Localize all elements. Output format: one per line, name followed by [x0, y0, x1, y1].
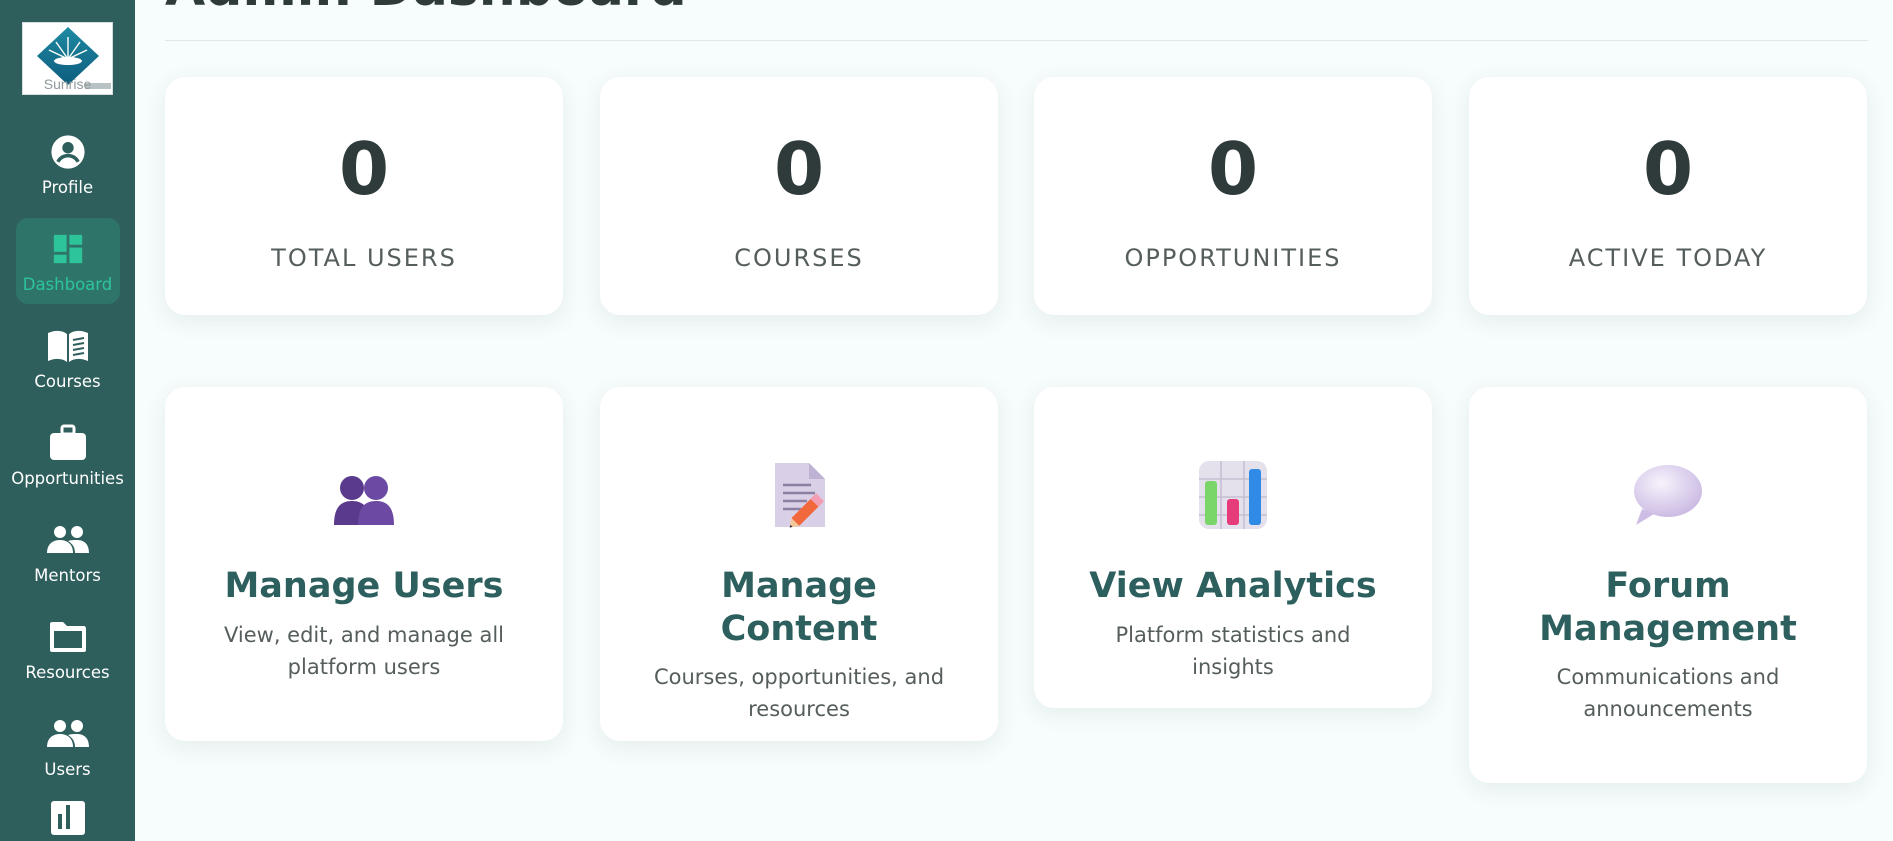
sidebar-item-profile[interactable]: Profile	[16, 121, 120, 207]
users-silhouette-icon	[328, 459, 400, 531]
page-title: Admin Dashboard	[165, 0, 687, 18]
card-description: Platform statistics and insights	[1115, 622, 1351, 679]
manage-users-card[interactable]: Manage Users View, edit, and manage all …	[165, 387, 563, 741]
card-title: Forum Management	[1539, 566, 1797, 649]
title-divider	[165, 40, 1868, 41]
dashboard-icon	[51, 229, 85, 269]
logo-text: Sunrise	[43, 76, 92, 92]
sidebar-item-label: Profile	[41, 177, 94, 197]
stat-label: COURSES	[734, 244, 864, 272]
bar-chart-icon	[1197, 459, 1269, 531]
stat-label: OPPORTUNITIES	[1124, 244, 1342, 272]
sidebar: Sunrise Profile Dashboard Courses Opport…	[0, 0, 135, 841]
user-circle-icon	[49, 132, 87, 172]
sidebar-item-opportunities[interactable]: Opportunities	[11, 412, 124, 498]
sidebar-item-resources[interactable]: Resources	[16, 606, 120, 692]
stat-card-opportunities: 0 OPPORTUNITIES	[1034, 77, 1432, 315]
folder-icon	[48, 617, 88, 657]
card-description: View, edit, and manage all platform user…	[223, 622, 504, 679]
sidebar-item-label: Courses	[34, 371, 101, 391]
stat-label: TOTAL USERS	[271, 244, 457, 272]
card-description: Communications and announcements	[1556, 665, 1780, 722]
stat-label: ACTIVE TODAY	[1568, 244, 1768, 272]
document-pencil-icon	[763, 459, 835, 531]
stat-value: 0	[1207, 127, 1259, 211]
card-title: Manage Content	[720, 566, 878, 649]
card-description: Courses, opportunities, and resources	[653, 665, 945, 722]
sidebar-item-users[interactable]: Users	[16, 703, 120, 789]
sidebar-item-label: Resources	[25, 662, 110, 682]
briefcase-icon	[48, 423, 88, 463]
analytics-icon	[50, 800, 86, 836]
admin-dashboard-app: Sunrise Profile Dashboard Courses Opport…	[0, 0, 1893, 841]
sidebar-item-mentors[interactable]: Mentors	[16, 509, 120, 595]
stat-value: 0	[338, 127, 390, 211]
group-icon	[46, 714, 90, 754]
stat-card-total-users: 0 TOTAL USERS	[165, 77, 563, 315]
book-icon	[46, 326, 90, 366]
card-title: Manage Users	[224, 566, 504, 606]
sidebar-item-dashboard[interactable]: Dashboard	[15, 218, 120, 304]
sidebar-item-label: Users	[44, 759, 91, 779]
sidebar-item-label: Mentors	[34, 565, 101, 585]
group-icon	[46, 520, 90, 560]
sunrise-logo[interactable]: Sunrise	[22, 22, 113, 95]
sidebar-item-label: Opportunities	[11, 468, 124, 488]
speech-bubble-icon	[1632, 459, 1704, 531]
sidebar-item-courses[interactable]: Courses	[16, 315, 120, 401]
sidebar-nav: Profile Dashboard Courses Opportunities	[0, 121, 135, 841]
forum-management-card[interactable]: Forum Management Communications and anno…	[1469, 387, 1867, 783]
stat-card-active-today: 0 ACTIVE TODAY	[1469, 77, 1867, 315]
stat-value: 0	[1642, 127, 1694, 211]
manage-content-card[interactable]: Manage Content Courses, opportunities, a…	[600, 387, 998, 741]
view-analytics-card[interactable]: View Analytics Platform statistics and i…	[1034, 387, 1432, 708]
card-title: View Analytics	[1089, 566, 1377, 606]
stat-card-courses: 0 COURSES	[600, 77, 998, 315]
sidebar-item-analytics[interactable]	[16, 800, 120, 835]
sidebar-item-label: Dashboard	[22, 274, 113, 294]
stat-value: 0	[773, 127, 825, 211]
